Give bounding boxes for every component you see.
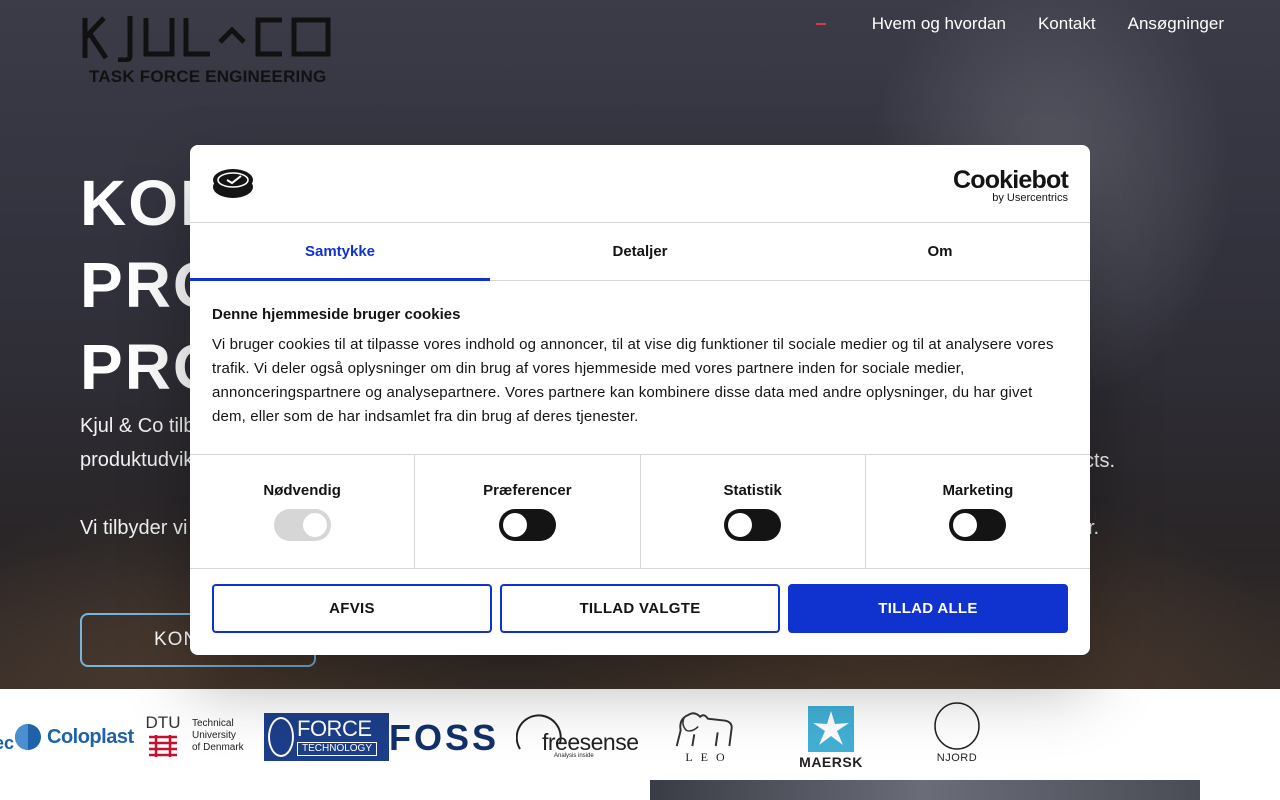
hero-paragraph-2: Vi tilbyder vi [80,517,188,539]
dialog-description: Vi bruger cookies til at tilpasse vores … [212,336,1054,425]
client-logo-coloplast: Coloplast [14,723,134,751]
allow-selected-button[interactable]: TILLAD VALGTE [500,584,780,633]
tab-om[interactable]: Om [790,223,1090,280]
allow-all-button[interactable]: TILLAD ALLE [788,584,1068,633]
force-mark-icon [268,717,294,757]
category-label: Præferencer [483,482,572,499]
category-label: Statistik [723,482,782,499]
main-nav: Hvem og hvordan Kontakt Ansøgninger [815,14,1224,34]
toggle-knob [302,513,327,537]
category-statistics: Statistik [641,455,866,568]
consent-categories: Nødvendig Præferencer Statistik Marketin… [190,454,1090,569]
section-image-cropped [650,780,1200,800]
hero-paragraph-1-line-2: produktudvik [80,449,194,471]
dialog-header: Cookiebot by Usercentrics [190,145,1090,223]
tab-detaljer[interactable]: Detaljer [490,223,790,280]
category-necessary: Nødvendig [190,455,416,568]
client-logo-dtu: DTU Technical University of Denmark [146,713,244,759]
cookie-consent-dialog: Cookiebot by Usercentrics Samtykke Detal… [190,145,1090,655]
dialog-title: Denne hjemmeside bruger cookies [212,306,461,323]
logo-tagline: TASK FORCE ENGINEERING [89,67,327,86]
toggle-statistics[interactable] [724,509,782,541]
toggle-marketing[interactable] [949,509,1007,541]
tab-samtykke[interactable]: Samtykke [190,223,490,281]
client-logo-leo: LEO [668,709,742,765]
nav-indicator [815,23,826,25]
site-logo[interactable]: TASK FORCE ENGINEERING [82,14,332,87]
coloplast-mark-icon [15,724,41,750]
dialog-actions: AFVIS TILLAD VALGTE TILLAD ALLE [190,569,1090,633]
reject-button[interactable]: AFVIS [212,584,492,633]
toggle-necessary [273,509,331,541]
nav-link-hvem-og-hvordan[interactable]: Hvem og hvordan [872,14,1006,34]
cookiebot-brand[interactable]: Cookiebot by Usercentrics [953,167,1069,204]
client-logo-ec: ec [0,733,15,753]
category-preferences: Præferencer [415,455,641,568]
dtu-mark-icon [149,735,177,757]
dialog-body: Denne hjemmeside bruger cookies Vi bruge… [190,281,1090,454]
leo-lion-icon [675,712,733,747]
client-logo-force-technology: FORCE TECHNOLOGY [264,713,389,761]
category-label: Marketing [942,482,1014,499]
client-logo-freesense: freesense Analysis inside [516,713,642,761]
njord-circle-icon [934,702,980,750]
category-marketing: Marketing [866,455,1090,568]
dialog-tabs: Samtykke Detaljer Om [190,223,1090,281]
toggle-knob [728,513,753,537]
client-logo-maersk: MAERSK [795,706,867,770]
nav-link-kontakt[interactable]: Kontakt [1038,14,1096,34]
category-label: Nødvendig [263,482,341,499]
maersk-star-icon [808,706,854,752]
client-logo-foss: FOSS [389,717,500,758]
hero-paragraph-1-line-1: Kjul & Co tilb [80,415,195,437]
nav-link-ansogninger[interactable]: Ansøgninger [1128,14,1224,34]
section-heading-cropped: ▬▬▬ ▬▬▬▬▬ ▬▬▬▬ [80,788,725,800]
toggle-preferences[interactable] [498,509,556,541]
client-logo-njord: NJORD [932,701,982,764]
kjul-co-logo-icon [82,16,331,62]
hero-paragraph-1: Kjul & Co tilb produktudvik [80,409,195,477]
toggle-knob [953,513,978,537]
client-logos-strip: ec Coloplast DTU Technical University of… [0,689,1280,780]
toggle-knob [502,513,527,537]
cookie-banner-logo-icon [213,169,253,198]
